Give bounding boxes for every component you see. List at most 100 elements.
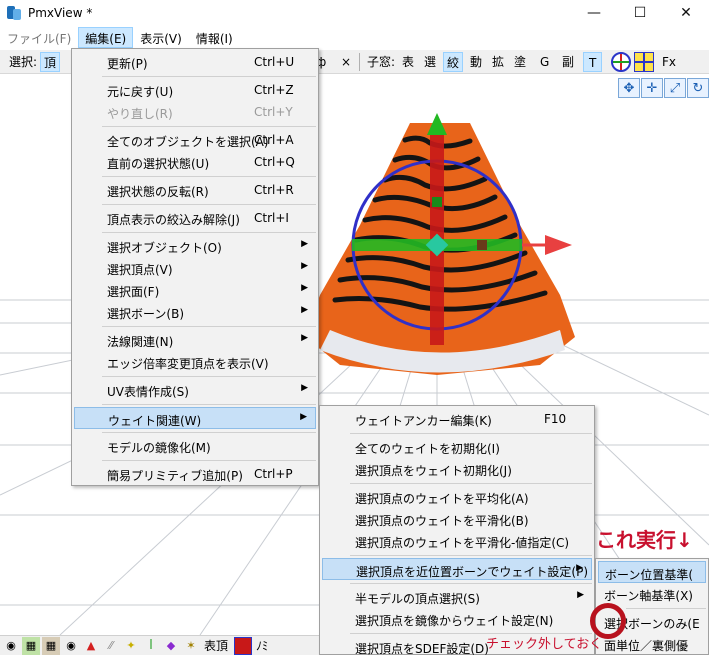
- edit-menu-item[interactable]: 選択オブジェクト(O) ▶: [74, 235, 316, 257]
- edit-menu-item[interactable]: エッジ倍率変更頂点を表示(V): [74, 351, 316, 373]
- menu-separator: [102, 432, 316, 433]
- menu-separator: [350, 555, 592, 556]
- edit-menu-item-label: 選択状態の反転(R): [107, 185, 209, 199]
- edit-menu-item-label: 全てのオブジェクトを選択(A): [107, 135, 269, 149]
- minimize-button[interactable]: —: [571, 0, 617, 26]
- toolbar-item-x[interactable]: ×: [338, 52, 354, 72]
- weight-menu-item[interactable]: 全てのウェイトを初期化(I): [322, 436, 592, 458]
- edit-menu-item[interactable]: 選択頂点(V) ▶: [74, 257, 316, 279]
- toolbar-item-select[interactable]: 選: [421, 52, 439, 72]
- edit-menu-item[interactable]: 法線関連(N) ▶: [74, 329, 316, 351]
- mesh-icon[interactable]: ▦: [22, 636, 40, 655]
- weight-menu-item[interactable]: 選択頂点を鏡像からウェイト設定(N): [322, 608, 592, 630]
- bone-menu-item[interactable]: ボーン軸基準(X): [598, 583, 706, 605]
- edit-menu-item-shortcut: Ctrl+Q: [254, 155, 295, 169]
- weight-menu-item[interactable]: 選択頂点を近位置ボーンでウェイト設定(P) ▶: [322, 558, 592, 580]
- toolbar-item-sub[interactable]: 副: [559, 52, 577, 72]
- menu-file[interactable]: ファイル(F): [0, 27, 78, 48]
- toolbar-item-t[interactable]: T: [583, 51, 603, 72]
- title-bar: PmxView * — ☐ ✕: [0, 0, 709, 26]
- select-vertex-toggle[interactable]: 頂: [40, 51, 61, 72]
- menu-info[interactable]: 情報(I): [189, 27, 240, 48]
- menu-separator: [102, 76, 316, 77]
- edit-menu-item[interactable]: やり直し(R) Ctrl+Y: [74, 101, 316, 123]
- toolbar-item-table[interactable]: 表: [399, 52, 417, 72]
- submenu-arrow-icon: ▶: [577, 590, 584, 600]
- move-icon[interactable]: ✥: [618, 78, 640, 98]
- edit-menu-item[interactable]: 選択ボーン(B) ▶: [74, 301, 316, 323]
- weight-menu-item[interactable]: 半モデルの頂点選択(S) ▶: [322, 586, 592, 608]
- weight-menu-item[interactable]: 選択頂点のウェイトを平滑化(B): [322, 508, 592, 530]
- radio-icon[interactable]: ◉: [2, 637, 20, 655]
- weight-menu-item-label: 選択頂点のウェイトを平均化(A): [355, 492, 529, 506]
- edit-menu-item-label: 頂点表示の絞込み解除(J): [107, 213, 240, 227]
- edit-menu-item-label: 選択オブジェクト(O): [107, 241, 222, 255]
- target-icon[interactable]: [611, 52, 631, 72]
- edit-menu-item-shortcut: Ctrl+I: [254, 211, 289, 225]
- joint-icon[interactable]: ✶: [182, 637, 200, 655]
- submenu-arrow-icon: ▶: [576, 563, 583, 573]
- menu-edit[interactable]: 編集(E): [78, 27, 134, 48]
- edit-menu-item-label: やり直し(R): [107, 107, 173, 121]
- line-icon[interactable]: ⁄⁄: [102, 637, 120, 655]
- grid-icon[interactable]: [634, 52, 654, 72]
- edit-menu-item-label: 直前の選択状態(U): [107, 157, 210, 171]
- edit-menu-item-label: 簡易プリミティブ追加(P): [107, 469, 243, 483]
- weight-menu-item[interactable]: 選択頂点のウェイトを平均化(A): [322, 486, 592, 508]
- rotate-icon[interactable]: ↻: [687, 78, 709, 98]
- weight-menu-item-label: 全てのウェイトを初期化(I): [355, 442, 500, 456]
- edit-menu-item[interactable]: 更新(P) Ctrl+U: [74, 51, 316, 73]
- edit-menu-item[interactable]: 元に戻す(U) Ctrl+Z: [74, 79, 316, 101]
- menu-view[interactable]: 表示(V): [133, 27, 189, 48]
- edit-menu-item[interactable]: 簡易プリミティブ追加(P) Ctrl+P: [74, 463, 316, 485]
- menu-bar: ファイル(F) 編集(E) 表示(V) 情報(I): [0, 27, 709, 48]
- triangle-icon[interactable]: ▲: [82, 637, 100, 655]
- toolbar-item-g[interactable]: G: [537, 52, 552, 72]
- edit-menu-item[interactable]: ウェイト関連(W) ▶: [74, 407, 316, 429]
- weight-menu-item-label: 選択頂点をSDEF設定(D): [355, 642, 489, 655]
- edit-menu-item[interactable]: 頂点表示の絞込み解除(J) Ctrl+I: [74, 207, 316, 229]
- edit-menu-item-label: 更新(P): [107, 57, 148, 71]
- physics-icon[interactable]: ◆: [162, 637, 180, 655]
- submenu-arrow-icon: ▶: [300, 412, 307, 422]
- radio-icon[interactable]: ◉: [62, 637, 80, 655]
- edit-menu-item-shortcut: Ctrl+P: [254, 467, 293, 481]
- texture-icon[interactable]: ▦: [42, 636, 60, 655]
- menu-separator: [102, 204, 316, 205]
- toolbar-item-filter[interactable]: 絞: [443, 51, 464, 72]
- edit-menu-item[interactable]: 直前の選択状態(U) Ctrl+Q: [74, 151, 316, 173]
- edit-menu-item[interactable]: 全てのオブジェクトを選択(A) Ctrl+A: [74, 129, 316, 151]
- edit-menu-item[interactable]: モデルの鏡像化(M): [74, 435, 316, 457]
- app-icon: [6, 5, 22, 21]
- toolbar-item-paint[interactable]: 塗: [511, 52, 529, 72]
- weight-menu-item[interactable]: 選択頂点をウェイト初期化(J): [322, 458, 592, 480]
- edit-menu-item-label: 選択面(F): [107, 285, 160, 299]
- bone-menu-item-label: ボーン軸基準(X): [604, 589, 693, 603]
- menu-separator: [102, 232, 316, 233]
- annotation-run-this: これ実行↓: [596, 528, 693, 552]
- edit-menu-item-label: 選択頂点(V): [107, 263, 173, 277]
- weight-menu-item-label: 選択頂点のウェイトを平滑化(B): [355, 514, 529, 528]
- bone-icon[interactable]: ✦: [122, 637, 140, 655]
- weight-menu-item-label: 選択頂点を近位置ボーンでウェイト設定(P): [356, 565, 589, 579]
- pan-icon[interactable]: ✛: [641, 78, 663, 98]
- close-button[interactable]: ✕: [663, 0, 709, 26]
- fx-button[interactable]: Fx: [659, 52, 679, 72]
- submenu-arrow-icon: ▶: [301, 333, 308, 343]
- weight-menu-item[interactable]: ウェイトアンカー編集(K) F10: [322, 408, 592, 430]
- menu-separator: [102, 176, 316, 177]
- edit-menu-item[interactable]: 選択状態の反転(R) Ctrl+R: [74, 179, 316, 201]
- zoom-icon[interactable]: ⤢: [664, 78, 686, 98]
- edit-menu-item-shortcut: Ctrl+Z: [254, 83, 294, 97]
- bone-menu-item[interactable]: ボーン位置基準(: [598, 561, 706, 583]
- maximize-button[interactable]: ☐: [617, 0, 663, 26]
- color-icon[interactable]: [234, 636, 253, 655]
- weight-menu-item[interactable]: 選択頂点のウェイトを平滑化-値指定(C): [322, 530, 592, 552]
- menu-separator: [350, 483, 592, 484]
- toolbar-item-scale[interactable]: 拡: [489, 52, 507, 72]
- edit-menu-item[interactable]: UV表情作成(S) ▶: [74, 379, 316, 401]
- edit-menu-item-label: ウェイト関連(W): [108, 414, 202, 428]
- toolbar-item-move[interactable]: 動: [467, 52, 485, 72]
- morph-icon[interactable]: ꟾ: [142, 637, 160, 655]
- edit-menu-item[interactable]: 選択面(F) ▶: [74, 279, 316, 301]
